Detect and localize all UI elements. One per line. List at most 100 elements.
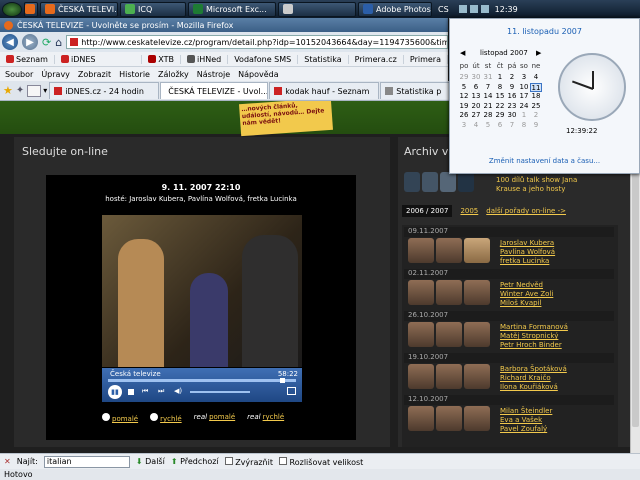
guest-link[interactable]: Martina Formanová xyxy=(500,323,568,332)
play-button[interactable]: ▮▮ xyxy=(108,385,122,399)
calendar-day[interactable]: 26 xyxy=(458,111,470,121)
highlight-checkbox[interactable]: Zvýrazňit xyxy=(224,456,273,467)
menu-zalozky[interactable]: Záložky xyxy=(158,70,189,79)
calendar-day[interactable]: 17 xyxy=(518,92,530,102)
calendar-day[interactable]: 8 xyxy=(518,121,530,131)
calendar-day[interactable]: 29 xyxy=(458,73,470,83)
gear-icon[interactable]: ✦ xyxy=(16,85,24,96)
speed-fast-link[interactable]: rychlé xyxy=(150,413,182,423)
calendar-day[interactable]: 6 xyxy=(470,83,482,93)
power-icon[interactable] xyxy=(480,5,489,13)
volume-icon[interactable]: ◀) xyxy=(174,387,182,395)
volume-icon[interactable] xyxy=(469,5,478,13)
real-slow-link[interactable]: real pomalé xyxy=(194,413,236,423)
menu-napoveda[interactable]: Nápověda xyxy=(238,70,279,79)
guest-link[interactable]: Miloš Kvapil xyxy=(500,299,553,308)
bookmark-primera[interactable]: Primera xyxy=(404,54,448,64)
reload-button[interactable]: ⟳ xyxy=(42,36,51,49)
calendar-day[interactable]: 4 xyxy=(530,73,542,83)
guest-link[interactable]: Ilona Kouřiáková xyxy=(500,383,567,392)
tab-list-icon[interactable] xyxy=(27,84,42,97)
find-prev-button[interactable]: ⬆ Předchozí xyxy=(171,457,219,466)
calendar-day[interactable]: 10 xyxy=(518,83,530,93)
calendar-day[interactable]: 7 xyxy=(482,83,494,93)
bookmark-idnes[interactable]: iDNES xyxy=(55,54,143,64)
close-icon[interactable]: ✕ xyxy=(4,457,11,466)
archive-row[interactable]: 26.10.2007 Martina Formanová Matěj Stropn… xyxy=(404,311,614,349)
star-icon[interactable]: ★ xyxy=(3,84,13,97)
bookmark-statistika[interactable]: Statistika xyxy=(298,54,349,64)
seek-bar[interactable] xyxy=(108,379,296,382)
language-indicator[interactable]: CS xyxy=(438,5,449,14)
calendar-day[interactable]: 8 xyxy=(494,83,506,93)
calendar-day[interactable]: 30 xyxy=(470,73,482,83)
taskbar-window-button[interactable] xyxy=(278,1,356,17)
case-checkbox[interactable]: Rozlišovat velikost xyxy=(278,456,363,467)
calendar-day[interactable]: 18 xyxy=(530,92,542,102)
calendar-day[interactable]: 25 xyxy=(530,102,542,112)
guest-link[interactable]: Petr Hroch Binder xyxy=(500,341,568,350)
calendar-settings-link[interactable]: Změnit nastavení data a času... xyxy=(450,157,639,165)
taskbar-photoshop-button[interactable]: Adobe Photos... xyxy=(358,1,432,17)
tab-idnes[interactable]: iDNES.cz - 24 hodin xyxy=(49,82,160,99)
calendar-day[interactable]: 19 xyxy=(458,102,470,112)
calendar-day[interactable]: 1 xyxy=(494,73,506,83)
calendar-day[interactable]: 11 xyxy=(530,82,542,92)
guest-link[interactable]: Barbora Špotáková xyxy=(500,365,567,374)
calendar-day[interactable]: 16 xyxy=(506,92,518,102)
fullscreen-icon[interactable] xyxy=(287,387,296,395)
menu-soubor[interactable]: Soubor xyxy=(5,70,33,79)
taskbar-firefox-button[interactable] xyxy=(24,1,38,17)
calendar-prev-icon[interactable]: ◀ xyxy=(460,49,465,57)
speed-slow-link[interactable]: pomalé xyxy=(102,413,138,423)
guest-link[interactable]: Winter Ave Zoli xyxy=(500,290,553,299)
volume-slider[interactable] xyxy=(190,391,250,393)
archive-row[interactable]: 12.10.2007 Milan Šteindler Eva a Vašek Pav… xyxy=(404,395,614,433)
calendar-day[interactable]: 21 xyxy=(482,102,494,112)
calendar-day[interactable]: 4 xyxy=(470,121,482,131)
tab-ceska-televize[interactable]: ČESKÁ TELEVIZE - Uvol...✕ xyxy=(160,82,269,99)
guest-link[interactable]: Matěj Stropnický xyxy=(500,332,568,341)
calendar-day[interactable]: 9 xyxy=(506,83,518,93)
url-input[interactable]: http://www.ceskatelevize.cz/program/deta… xyxy=(66,35,448,49)
bookmark-primera-cz[interactable]: Primera.cz xyxy=(349,54,404,64)
calendar-day[interactable]: 27 xyxy=(470,111,482,121)
calendar-day[interactable]: 24 xyxy=(518,102,530,112)
archive-tab-2005[interactable]: 2005 xyxy=(460,205,478,217)
calendar-day[interactable]: 22 xyxy=(494,102,506,112)
calendar-day[interactable]: 15 xyxy=(494,92,506,102)
back-button[interactable]: ◀ xyxy=(2,34,18,50)
calendar-day[interactable]: 5 xyxy=(458,83,470,93)
next-icon[interactable]: ⏭ xyxy=(158,387,164,396)
menu-upravy[interactable]: Úpravy xyxy=(41,70,70,79)
bookmark-vodafone[interactable]: Vodafone SMS xyxy=(228,54,299,64)
network-icon[interactable] xyxy=(458,5,467,13)
calendar-day[interactable]: 14 xyxy=(482,92,494,102)
bookmark-xtb[interactable]: XTB xyxy=(142,54,181,64)
calendar-header-date[interactable]: 11. listopadu 2007 xyxy=(450,27,639,36)
menu-historie[interactable]: Historie xyxy=(119,70,150,79)
find-next-button[interactable]: ⬇ Další xyxy=(136,457,165,466)
calendar-day[interactable]: 3 xyxy=(458,121,470,131)
calendar-day[interactable]: 2 xyxy=(506,73,518,83)
calendar-day[interactable]: 13 xyxy=(470,92,482,102)
calendar-day[interactable]: 29 xyxy=(494,111,506,121)
guest-link[interactable]: Pavlína Wolfová xyxy=(500,248,555,257)
calendar-day[interactable]: 2 xyxy=(530,111,542,121)
taskbar-ct-button[interactable]: ČESKÁ TELEVI... xyxy=(40,1,118,17)
calendar-month[interactable]: listopad 2007 xyxy=(480,49,528,57)
calendar-day[interactable]: 3 xyxy=(518,73,530,83)
home-icon[interactable]: ⌂ xyxy=(55,36,62,49)
calendar-day[interactable]: 7 xyxy=(506,121,518,131)
menu-nastroje[interactable]: Nástroje xyxy=(197,70,230,79)
calendar-day[interactable]: 1 xyxy=(518,111,530,121)
tab-scroll-left[interactable]: ▾ xyxy=(43,86,47,95)
taskbar-icq-button[interactable]: ICQ xyxy=(120,1,186,17)
archive-row[interactable]: 19.10.2007 Barbora Špotáková Richard Krai… xyxy=(404,353,614,391)
real-fast-link[interactable]: real rychlé xyxy=(247,413,284,423)
taskbar-excel-button[interactable]: Microsoft Exc... xyxy=(188,1,276,17)
bookmark-ihned[interactable]: iHNed xyxy=(181,54,229,64)
start-button[interactable] xyxy=(2,1,22,17)
stop-icon[interactable] xyxy=(128,389,134,395)
tab-kodak[interactable]: kodak hauf - Seznam xyxy=(269,82,380,99)
